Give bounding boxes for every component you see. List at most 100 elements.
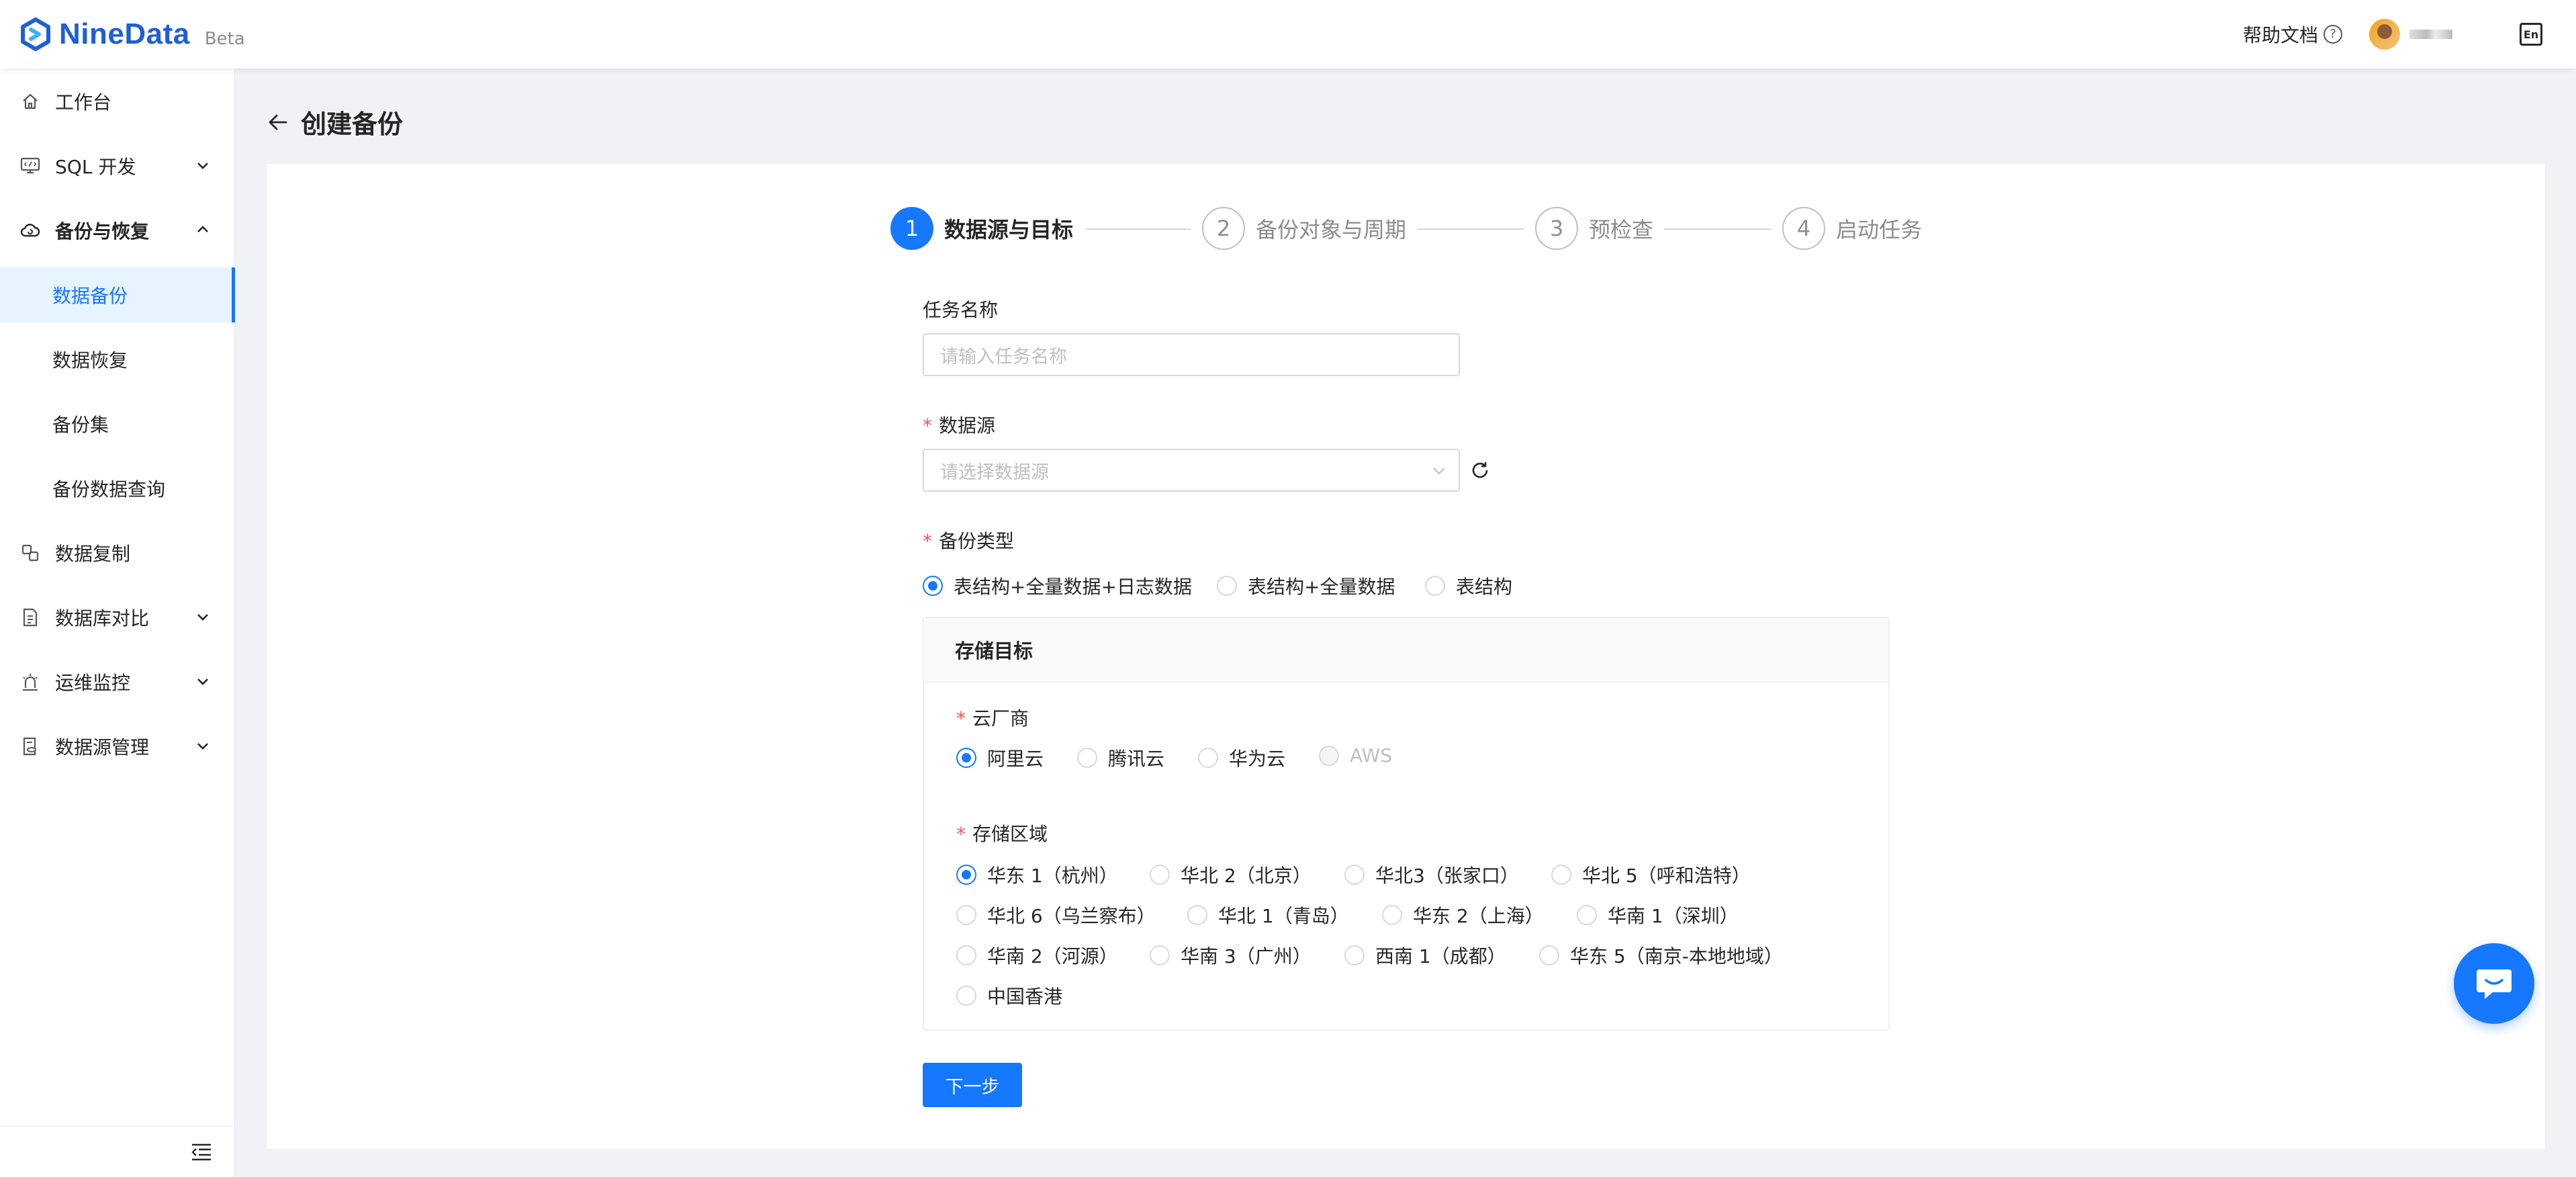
sidebar-subitem-data-restore[interactable]: 数据恢复	[0, 332, 235, 387]
next-step-button[interactable]: 下一步	[923, 1063, 1022, 1107]
menu-collapse-icon[interactable]	[191, 1143, 212, 1162]
cloud-radio-tencent[interactable]: 腾讯云	[1077, 744, 1164, 771]
datasource-select[interactable]: 请选择数据源	[923, 449, 1460, 492]
radio-label: 华东 2（上海）	[1413, 905, 1544, 927]
radio-dot	[1539, 945, 1559, 965]
region-radio[interactable]: 中国香港	[956, 982, 1062, 1009]
radio-label: 表结构+全量数据	[1248, 576, 1395, 598]
alarm-icon	[20, 672, 40, 692]
radio-dot	[1425, 576, 1445, 596]
sidebar-item-label: 数据库对比	[55, 607, 150, 629]
storage-target-title: 存储目标	[924, 618, 1888, 683]
sidebar-item-backup-restore[interactable]: 备份与恢复	[0, 203, 235, 258]
task-name-input[interactable]: 请输入任务名称	[923, 333, 1460, 376]
radio-label: 华北3（张家口）	[1375, 865, 1519, 887]
step-number: 4	[1782, 207, 1825, 250]
avatar[interactable]	[2369, 19, 2400, 50]
sidebar-item-workbench[interactable]: 工作台	[0, 74, 235, 129]
username-blurred[interactable]	[2409, 30, 2452, 39]
region-radio[interactable]: 华北3（张家口）	[1344, 861, 1519, 888]
radio-label: 表结构	[1456, 576, 1513, 598]
region-radio[interactable]: 华东 1（杭州）	[956, 861, 1118, 888]
sidebar-subitem-label: 数据恢复	[52, 349, 128, 372]
backup-type-radio-full-log[interactable]: 表结构+全量数据+日志数据	[923, 572, 1192, 599]
sidebar: 工作台 SQL 开发 备份与恢复 数据备份 数据恢复 备份集 备份数据查询 数据…	[0, 69, 235, 1177]
help-docs-link[interactable]: 帮助文档 ?	[2243, 21, 2342, 48]
radio-dot	[1577, 905, 1597, 925]
ninedata-logo-icon	[21, 17, 50, 51]
sidebar-item-datasource-mgmt[interactable]: 数据源管理	[0, 719, 235, 774]
sidebar-item-db-compare[interactable]: 数据库对比	[0, 590, 235, 645]
radio-dot	[1150, 945, 1170, 965]
radio-label: 华南 1（深圳）	[1608, 905, 1739, 927]
radio-dot	[1551, 865, 1571, 885]
cloud-vendor-label-text: 云厂商	[972, 707, 1029, 730]
datasource-label: * 数据源	[923, 411, 995, 438]
sidebar-item-label: 数据复制	[55, 543, 131, 565]
language-switch-icon[interactable]: En	[2520, 23, 2542, 46]
backup-type-radio-schema[interactable]: 表结构	[1425, 572, 1512, 599]
step-label: 预检查	[1589, 217, 1654, 243]
sidebar-subitem-data-backup[interactable]: 数据备份	[0, 267, 235, 322]
radio-dot	[956, 986, 976, 1006]
refresh-icon[interactable]	[1469, 460, 1491, 481]
sidebar-item-label: 数据源管理	[55, 736, 150, 758]
region-radio[interactable]: 华东 5（南京-本地地域）	[1539, 942, 1783, 969]
sidebar-item-label: 工作台	[55, 91, 112, 114]
sidebar-subitem-backup-set[interactable]: 备份集	[0, 396, 235, 451]
step-number: 2	[1202, 207, 1245, 250]
region-radio[interactable]: 华北 2（北京）	[1150, 861, 1312, 888]
step-number: 1	[890, 207, 933, 250]
chevron-down-icon	[197, 614, 208, 621]
radio-dot	[923, 576, 943, 596]
sidebar-item-data-replication[interactable]: 数据复制	[0, 525, 235, 580]
sidebar-footer	[0, 1126, 235, 1177]
cloud-radio-aliyun[interactable]: 阿里云	[956, 744, 1044, 771]
back-arrow-icon[interactable]	[267, 112, 289, 133]
task-name-label: 任务名称	[923, 299, 999, 321]
required-mark: *	[923, 530, 932, 552]
storage-region-label-text: 存储区域	[972, 823, 1048, 845]
chat-support-button[interactable]	[2454, 943, 2534, 1024]
sidebar-item-sql-dev[interactable]: SQL 开发	[0, 138, 235, 193]
required-mark: *	[956, 707, 966, 730]
radio-dot	[1319, 745, 1339, 766]
help-docs-label: 帮助文档	[2242, 24, 2318, 46]
region-radio[interactable]: 华北 5（呼和浩特）	[1551, 861, 1751, 888]
radio-dot	[1344, 865, 1365, 885]
radio-label: 华为云	[1229, 748, 1286, 770]
radio-dot	[1198, 748, 1218, 768]
chevron-down-icon	[197, 743, 208, 750]
region-radio[interactable]: 华南 1（深圳）	[1577, 902, 1739, 928]
sidebar-subitem-backup-query[interactable]: 备份数据查询	[0, 461, 235, 516]
region-radio[interactable]: 华南 3（广州）	[1150, 942, 1312, 969]
page-title: 创建备份	[301, 110, 404, 139]
region-radio[interactable]: 华东 2（上海）	[1382, 902, 1544, 928]
radio-label: 西南 1（成都）	[1375, 945, 1506, 967]
radio-label: 华南 2（河源）	[987, 945, 1118, 967]
radio-label: 华东 5（南京-本地地域）	[1570, 945, 1783, 967]
sidebar-item-label: 运维监控	[55, 672, 131, 694]
sidebar-subitem-label: 数据备份	[52, 285, 128, 307]
logo[interactable]: NineData Beta	[19, 17, 245, 51]
datasource-placeholder: 请选择数据源	[940, 462, 1049, 483]
copy-data-icon	[20, 543, 40, 563]
region-radio[interactable]: 华北 6（乌兰察布）	[956, 902, 1156, 928]
radio-label: 阿里云	[987, 748, 1044, 770]
step-2: 2 备份对象与周期	[1202, 207, 1406, 250]
brand-name: NineData	[59, 17, 190, 50]
step-label: 数据源与目标	[944, 217, 1074, 243]
backup-type-radio-full[interactable]: 表结构+全量数据	[1217, 572, 1395, 599]
required-mark: *	[956, 823, 966, 845]
region-radio[interactable]: 华南 2（河源）	[956, 942, 1118, 969]
radio-label: 华东 1（杭州）	[987, 865, 1118, 887]
sidebar-item-ops-monitor[interactable]: 运维监控	[0, 654, 235, 709]
region-radio[interactable]: 华北 1（青岛）	[1187, 902, 1349, 928]
step-connector	[1417, 228, 1524, 230]
task-name-placeholder: 请输入任务名称	[940, 346, 1067, 367]
chevron-down-icon	[197, 679, 208, 685]
region-radio[interactable]: 西南 1（成都）	[1344, 942, 1506, 969]
radio-dot	[1217, 576, 1237, 596]
cloud-radio-huawei[interactable]: 华为云	[1198, 744, 1285, 771]
sidebar-subitem-label: 备份数据查询	[52, 478, 166, 500]
